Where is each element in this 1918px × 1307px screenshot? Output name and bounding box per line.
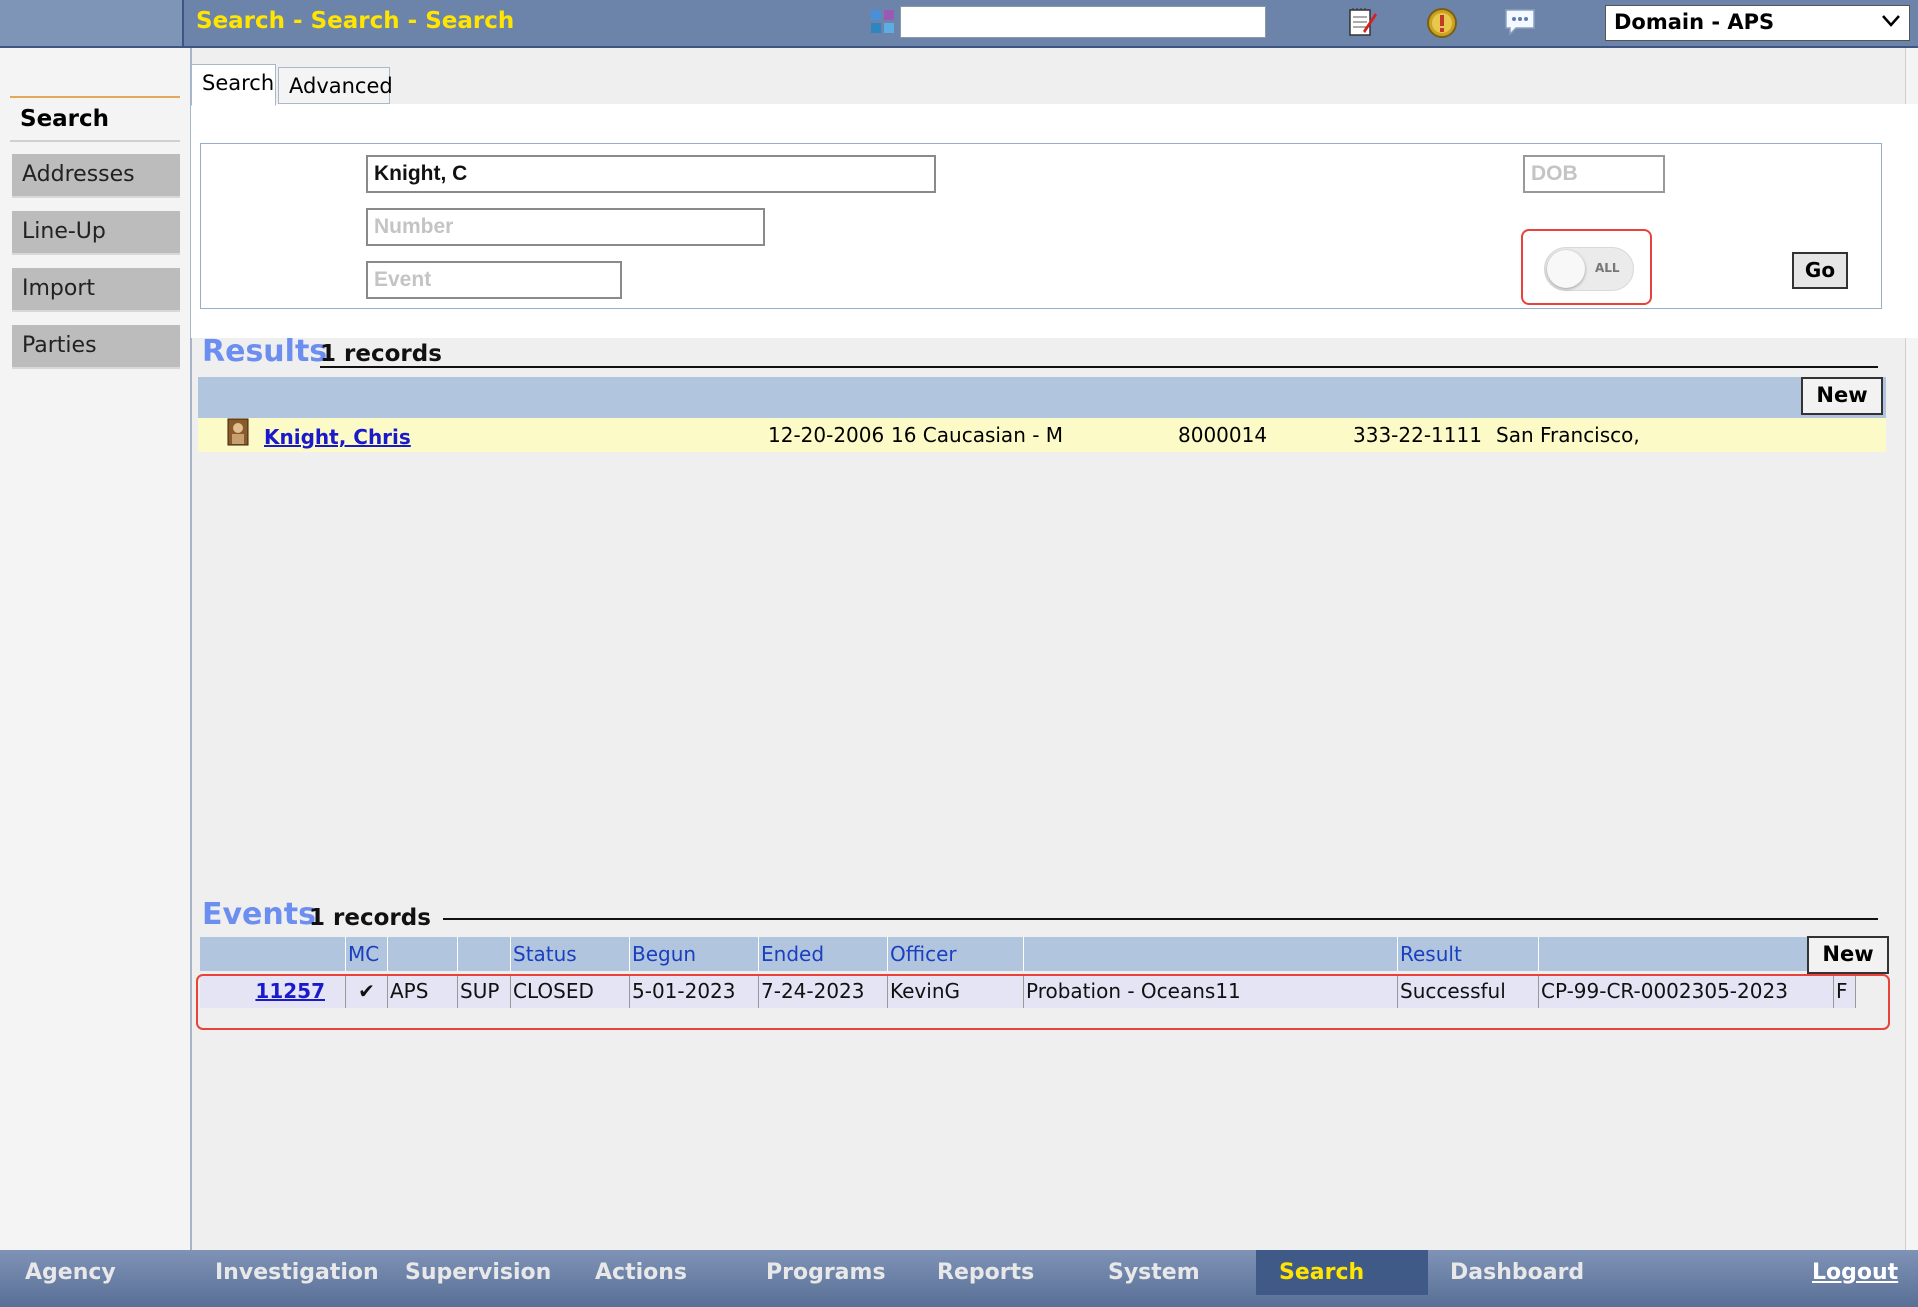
dob-input[interactable] — [1523, 155, 1665, 193]
events-divider — [443, 918, 1878, 920]
go-button[interactable]: Go — [1792, 252, 1848, 289]
events-header: MC Status Begun Ended Officer Result — [200, 937, 1810, 971]
name-input[interactable] — [366, 155, 936, 193]
events-col-result[interactable]: Result — [1398, 937, 1539, 971]
result-dob: 12-20-2006 — [768, 423, 885, 447]
results-header — [198, 377, 1886, 418]
events-col-begun[interactable]: Begun — [630, 937, 759, 971]
events-title: Events — [202, 897, 316, 932]
events-col-id — [200, 937, 346, 971]
result-city: San Francisco, — [1496, 423, 1640, 447]
number-input[interactable] — [366, 208, 765, 246]
result-ssn: 333-22-1111 — [1353, 423, 1482, 447]
results-divider — [320, 366, 1878, 368]
event-input[interactable] — [366, 261, 622, 299]
sidebar-item-import[interactable]: Import — [12, 268, 180, 312]
result-name-link[interactable]: Knight, Chris — [264, 425, 411, 449]
event-row-highlight — [196, 974, 1890, 1030]
results-title: Results — [202, 334, 328, 369]
sidebar-item-line-up[interactable]: Line-Up — [12, 211, 180, 255]
table-row[interactable]: Knight, Chris 12-20-2006 16 Caucasian - … — [198, 418, 1886, 452]
photo-icon[interactable] — [227, 418, 249, 446]
events-col-officer[interactable]: Officer — [888, 937, 1024, 971]
sidebar: Search Addresses Line-Up Import Parties — [0, 48, 192, 1250]
chat-icon[interactable] — [1502, 6, 1538, 38]
domain-value: Domain - APS — [1614, 10, 1775, 34]
nav-search[interactable]: Search — [1279, 1260, 1364, 1285]
events-col-ended[interactable]: Ended — [759, 937, 888, 971]
result-description: 16 Caucasian - M — [891, 423, 1064, 447]
results-new-button[interactable]: New — [1801, 377, 1883, 415]
logout-link[interactable]: Logout — [1812, 1260, 1898, 1285]
chevron-down-icon — [1882, 15, 1900, 27]
toggle-knob — [1547, 250, 1585, 288]
sidebar-item-parties[interactable]: Parties — [12, 325, 180, 369]
quick-search-input[interactable] — [900, 6, 1266, 38]
top-left-block — [0, 0, 184, 46]
top-bar: Search - Search - Search Domain - APS — [0, 0, 1918, 48]
grid-icon[interactable] — [869, 8, 897, 36]
events-new-button[interactable]: New — [1807, 936, 1889, 974]
tab-advanced[interactable]: Advanced — [278, 67, 393, 104]
domain-select[interactable]: Domain - APS — [1605, 5, 1910, 41]
events-col-case — [1539, 937, 1810, 971]
events-col-agency — [388, 937, 458, 971]
events-col-status[interactable]: Status — [511, 937, 630, 971]
results-count: 1 records — [320, 341, 442, 367]
toggle-label: ALL — [1595, 261, 1620, 275]
sidebar-item-search[interactable]: Search — [10, 96, 180, 142]
page-title: Search - Search - Search — [196, 8, 515, 34]
events-count: 1 records — [309, 905, 431, 931]
events-col-mc[interactable]: MC — [346, 937, 388, 971]
events-col-program — [1024, 937, 1398, 971]
nav-dashboard[interactable]: Dashboard — [1450, 1260, 1584, 1285]
alert-icon[interactable] — [1425, 6, 1459, 40]
result-number: 8000014 — [1178, 423, 1268, 447]
all-toggle[interactable]: ALL — [1544, 247, 1634, 291]
events-col-type — [458, 937, 511, 971]
notes-icon[interactable] — [1345, 5, 1379, 39]
tab-search[interactable]: Search — [191, 64, 276, 106]
bottom-nav-overlay: Search Dashboard Logout — [0, 1250, 1918, 1307]
sidebar-item-addresses[interactable]: Addresses — [12, 154, 180, 198]
